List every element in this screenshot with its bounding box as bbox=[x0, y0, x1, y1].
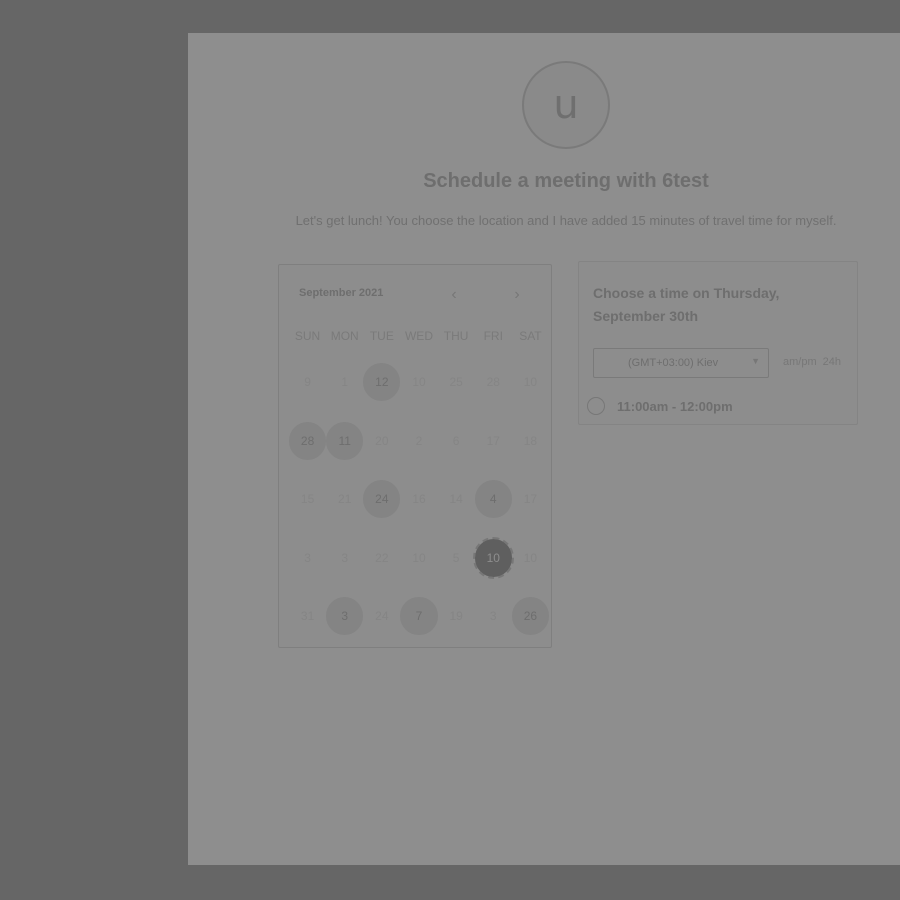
calendar-day: 10 bbox=[412, 375, 426, 390]
calendar-day: 10 bbox=[523, 550, 538, 565]
weekday-header: SUN MON TUE WED THU FRI SAT bbox=[289, 329, 549, 343]
avatar: u bbox=[522, 61, 610, 149]
calendar-week: 15 21 24 16 14 4 17 bbox=[289, 470, 549, 529]
calendar-day: 10 bbox=[523, 375, 538, 390]
calendar-day: 21 bbox=[338, 492, 352, 507]
calendar-day: 10 bbox=[412, 550, 426, 565]
calendar-day: 5 bbox=[452, 550, 460, 565]
calendar-day: 3 bbox=[489, 609, 497, 624]
time-format-toggle: am/pm 24h bbox=[783, 356, 841, 368]
calendar-day[interactable]: 26 bbox=[511, 597, 549, 636]
weekday-label: WED bbox=[404, 329, 433, 343]
calendar-day: 22 bbox=[375, 550, 389, 565]
calendar-week: 3 3 22 10 5 10 10 bbox=[289, 529, 549, 588]
page-title: Schedule a meeting with 6test bbox=[423, 170, 709, 192]
calendar-day: 17 bbox=[523, 492, 538, 507]
time-slot[interactable]: 11:00am - 12:00pm bbox=[587, 395, 847, 417]
calendar-week: 28 11 20 2 6 17 18 bbox=[289, 412, 549, 471]
calendar-day: 9 bbox=[304, 375, 311, 390]
calendar-day: 16 bbox=[412, 492, 426, 507]
selected-day[interactable]: 10 bbox=[472, 536, 514, 579]
calendar-day: 2 bbox=[415, 433, 423, 448]
scheduler-panel: u Schedule a meeting with 6test Let's ge… bbox=[188, 33, 900, 865]
calendar-day: 24 bbox=[375, 609, 389, 624]
chevron-right-icon[interactable]: › bbox=[505, 283, 529, 307]
chevron-left-icon[interactable]: ‹ bbox=[442, 283, 466, 307]
weekday-label: MON bbox=[330, 329, 359, 343]
calendar-day: 17 bbox=[486, 433, 500, 448]
calendar-day: 19 bbox=[449, 609, 463, 624]
format-24h-option[interactable]: 24h bbox=[823, 356, 841, 368]
calendar-day[interactable]: 4 bbox=[474, 480, 512, 519]
calendar-day: 1 bbox=[341, 375, 349, 390]
time-slot-label: 11:00am - 12:00pm bbox=[617, 398, 733, 414]
weekday-label: FRI bbox=[483, 329, 503, 343]
calendar-week: 31 3 24 7 19 3 26 bbox=[289, 587, 549, 646]
weekday-label: TUE bbox=[369, 329, 394, 343]
calendar-day: 20 bbox=[375, 433, 389, 448]
calendar-day[interactable]: 3 bbox=[326, 597, 364, 636]
calendar-day[interactable]: 12 bbox=[363, 363, 401, 402]
timezone-select[interactable]: (GMT+03:00) Kiev ▼ bbox=[593, 348, 769, 378]
month-label: September 2021 bbox=[299, 287, 384, 299]
calendar-day[interactable]: 7 bbox=[400, 597, 438, 636]
time-picker: Choose a time on Thursday, September 30t… bbox=[578, 261, 858, 425]
calendar-day: 3 bbox=[304, 550, 311, 565]
date-picker-calendar: September 2021 ‹ › SUN MON TUE WED THU F… bbox=[278, 264, 552, 648]
meeting-description: Let's get lunch! You choose the location… bbox=[295, 213, 837, 228]
calendar-day[interactable]: 11 bbox=[326, 421, 364, 460]
time-picker-heading: Choose a time on Thursday, September 30t… bbox=[593, 285, 780, 324]
calendar-day: 31 bbox=[300, 609, 315, 624]
calendar-grid: 9 1 12 10 25 28 10 28 11 20 2 6 17 18 15 21 24 16 14 4 17 3 3 2… bbox=[289, 353, 549, 646]
calendar-day[interactable]: 24 bbox=[363, 480, 401, 519]
weekday-label: THU bbox=[443, 329, 469, 343]
timezone-value: (GMT+03:00) Kiev bbox=[628, 357, 719, 369]
weekday-label: SAT bbox=[519, 329, 542, 343]
calendar-week: 9 1 12 10 25 28 10 bbox=[289, 353, 549, 412]
radio-button[interactable] bbox=[587, 397, 605, 415]
calendar-day: 28 bbox=[486, 375, 500, 390]
weekday-label: SUN bbox=[294, 329, 321, 343]
chevron-down-icon: ▼ bbox=[751, 356, 760, 366]
calendar-day[interactable]: 28 bbox=[289, 421, 327, 460]
calendar-day: 15 bbox=[300, 492, 315, 507]
calendar-day: 25 bbox=[449, 375, 463, 390]
calendar-day: 3 bbox=[341, 550, 349, 565]
calendar-day: 14 bbox=[449, 492, 463, 507]
calendar-day: 6 bbox=[452, 433, 460, 448]
format-12h-option[interactable]: am/pm bbox=[783, 356, 817, 368]
calendar-day: 18 bbox=[523, 433, 538, 448]
